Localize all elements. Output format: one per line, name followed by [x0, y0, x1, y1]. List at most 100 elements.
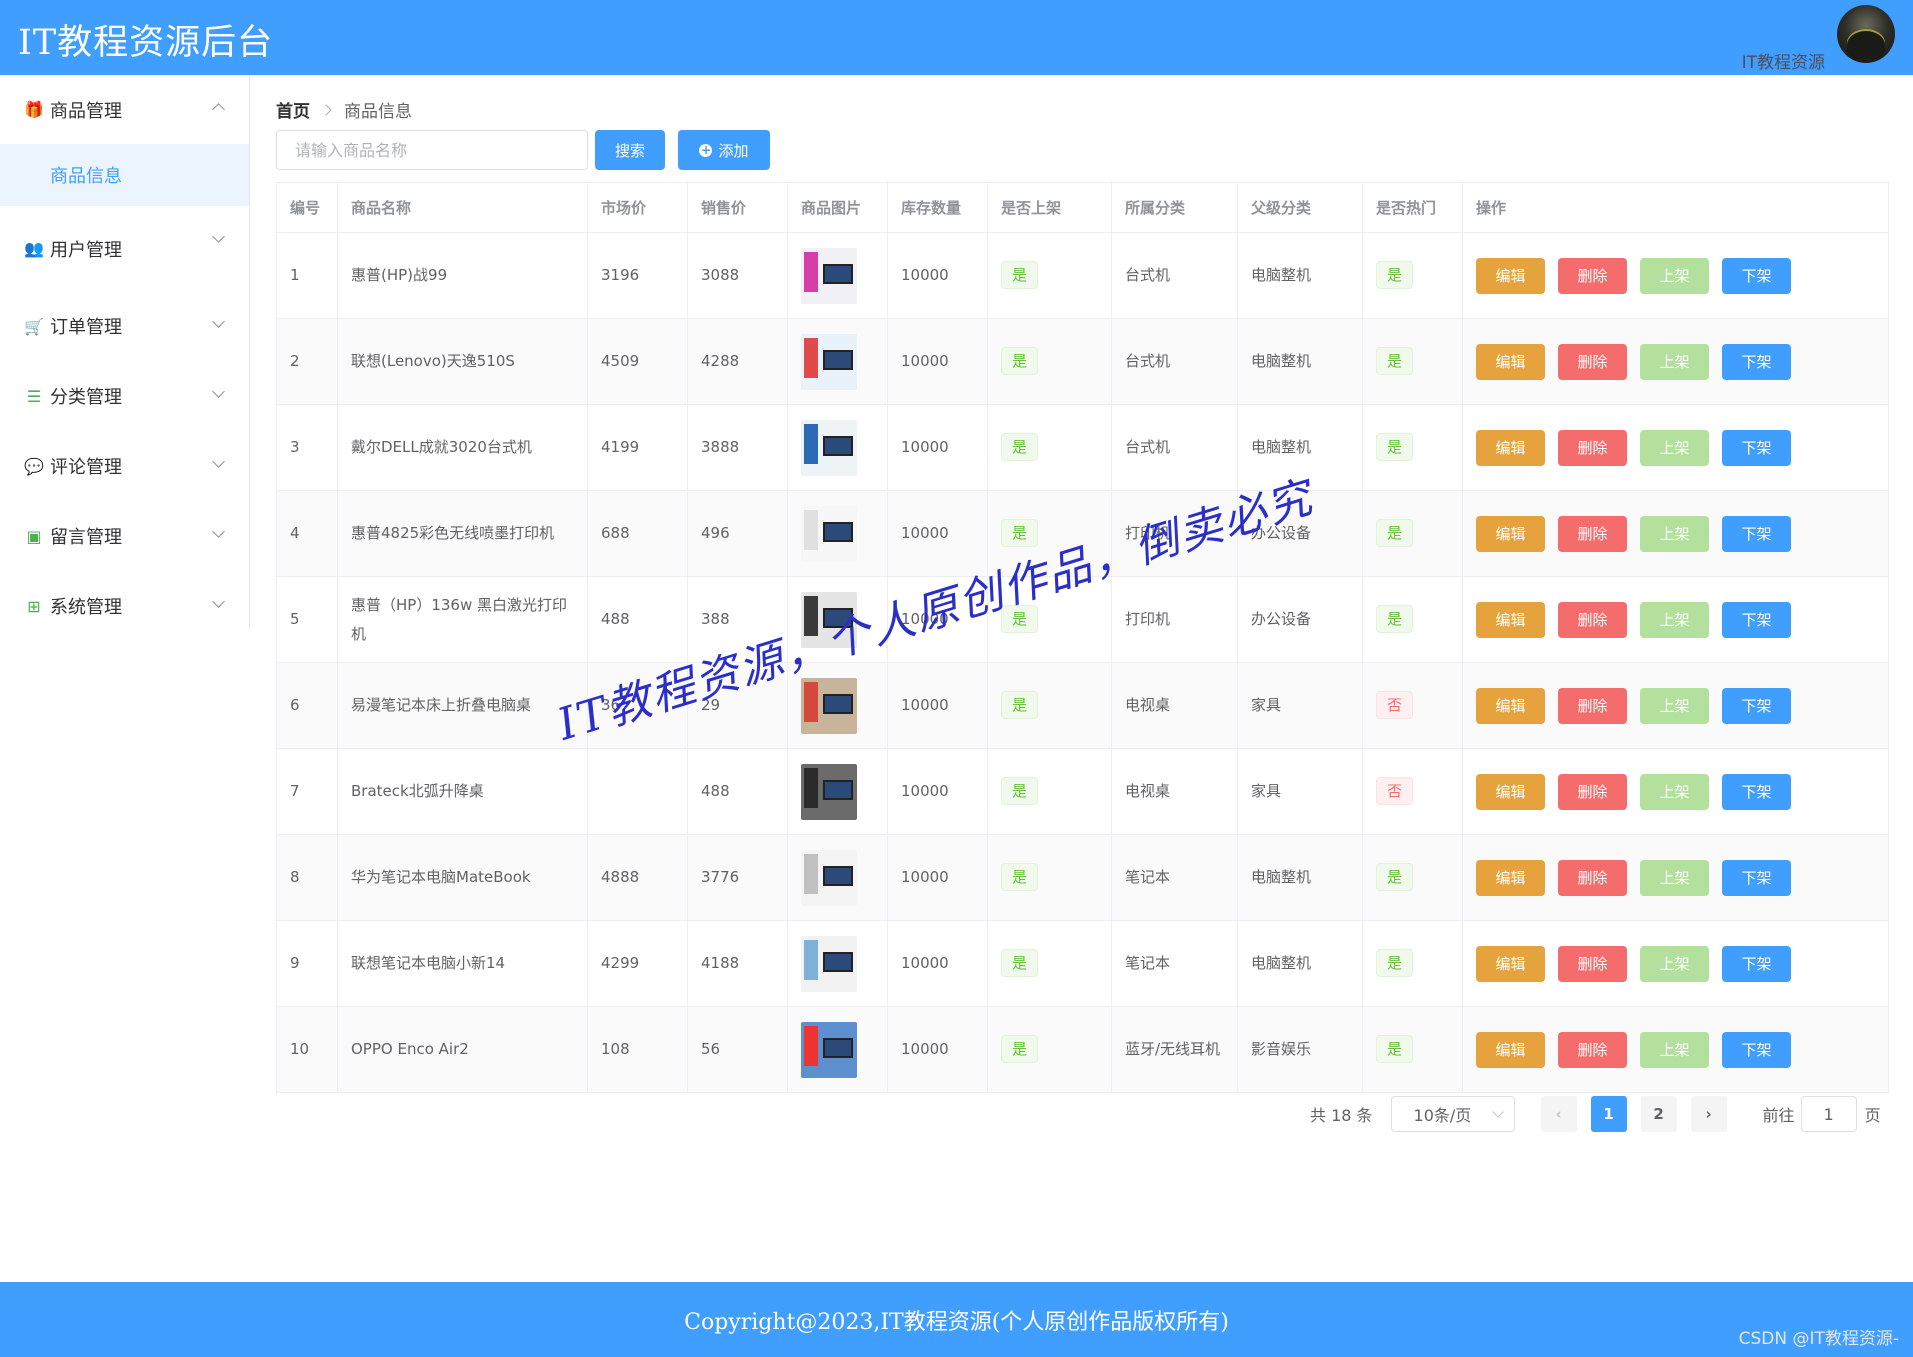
shelve-button[interactable]: 上架 [1640, 687, 1709, 724]
cell-hot: 是 [1362, 490, 1463, 577]
edit-button[interactable]: 编辑 [1476, 773, 1545, 810]
cell-name: 易漫笔记本床上折叠电脑桌 [337, 662, 588, 749]
shelve-button[interactable]: 上架 [1640, 859, 1709, 896]
product-image[interactable] [801, 505, 857, 562]
delete-button[interactable]: 删除 [1558, 343, 1627, 380]
shelve-button[interactable]: 上架 [1640, 1031, 1709, 1068]
delete-button[interactable]: 删除 [1558, 1031, 1627, 1068]
cell-image [787, 834, 888, 921]
delete-button[interactable]: 删除 [1558, 515, 1627, 552]
unshelve-button[interactable]: 下架 [1722, 601, 1791, 638]
cell-hot: 否 [1362, 748, 1463, 835]
unshelve-button[interactable]: 下架 [1722, 1031, 1791, 1068]
chevron-down-icon [212, 385, 225, 398]
shelve-button[interactable]: 上架 [1640, 601, 1709, 638]
cell-sale-price: 3776 [687, 834, 788, 921]
sidebar-item-categories[interactable]: ☰ 分类管理 [0, 361, 249, 431]
cell-parent-category: 影音娱乐 [1237, 1006, 1363, 1093]
cell-category: 打印机 [1111, 490, 1238, 577]
product-image[interactable] [801, 1021, 857, 1078]
product-image[interactable] [801, 935, 857, 992]
cell-image [787, 920, 888, 1007]
cell-actions: 编辑 删除 上架 下架 [1462, 232, 1889, 319]
sidebar-item-goods[interactable]: 🎁 商品管理 [0, 75, 249, 144]
unshelve-button[interactable]: 下架 [1722, 773, 1791, 810]
delete-button[interactable]: 删除 [1558, 773, 1627, 810]
delete-button[interactable]: 删除 [1558, 429, 1627, 466]
sidebar-item-comments[interactable]: 💬 评论管理 [0, 431, 249, 501]
sidebar-item-users[interactable]: 👥 用户管理 [0, 206, 249, 291]
sidebar-item-orders[interactable]: 🛒 订单管理 [0, 291, 249, 361]
product-image[interactable] [801, 333, 857, 390]
edit-button[interactable]: 编辑 [1476, 687, 1545, 724]
shelve-button[interactable]: 上架 [1640, 429, 1709, 466]
page-size-select[interactable]: 10条/页 [1390, 1096, 1515, 1132]
product-image[interactable] [801, 849, 857, 906]
edit-button[interactable]: 编辑 [1476, 515, 1545, 552]
edit-button[interactable]: 编辑 [1476, 859, 1545, 896]
sidebar-item-label: 留言管理 [50, 527, 122, 548]
shelve-button[interactable]: 上架 [1640, 773, 1709, 810]
edit-button[interactable]: 编辑 [1476, 257, 1545, 294]
product-image[interactable] [801, 591, 857, 648]
shelve-button[interactable]: 上架 [1640, 343, 1709, 380]
unshelve-button[interactable]: 下架 [1722, 429, 1791, 466]
table-row: 2 联想(Lenovo)天逸510S 4509 4288 10000 是 台式机… [276, 318, 1889, 405]
cell-on-sale: 是 [987, 748, 1112, 835]
unshelve-button[interactable]: 下架 [1722, 515, 1791, 552]
delete-button[interactable]: 删除 [1558, 601, 1627, 638]
shelve-button[interactable]: 上架 [1640, 257, 1709, 294]
edit-button[interactable]: 编辑 [1476, 429, 1545, 466]
product-image[interactable] [801, 763, 857, 820]
sidebar-item-system[interactable]: ⊞ 系统管理 [0, 571, 249, 641]
cell-image [787, 318, 888, 405]
unshelve-button[interactable]: 下架 [1722, 257, 1791, 294]
goto-page-input[interactable] [1800, 1096, 1857, 1132]
column-header: 市场价 [587, 182, 688, 233]
cell-stock: 10000 [887, 920, 988, 1007]
column-header: 操作 [1462, 182, 1889, 233]
sidebar-item-label: 用户管理 [50, 239, 122, 261]
edit-button[interactable]: 编辑 [1476, 945, 1545, 982]
plus-circle-icon: + [699, 142, 713, 157]
cell-actions: 编辑 删除 上架 下架 [1462, 834, 1889, 921]
chevron-down-icon [212, 315, 225, 328]
shelve-button[interactable]: 上架 [1640, 515, 1709, 552]
status-badge: 是 [1001, 347, 1039, 376]
comment-icon: 💬 [24, 456, 44, 476]
cell-on-sale: 是 [987, 834, 1112, 921]
next-page-button[interactable]: › [1690, 1096, 1727, 1132]
column-header: 商品名称 [337, 182, 588, 233]
edit-button[interactable]: 编辑 [1476, 601, 1545, 638]
edit-button[interactable]: 编辑 [1476, 1031, 1545, 1068]
unshelve-button[interactable]: 下架 [1722, 343, 1791, 380]
cell-on-sale: 是 [987, 920, 1112, 1007]
cell-parent-category: 电脑整机 [1237, 318, 1363, 405]
product-image[interactable] [801, 677, 857, 734]
cell-actions: 编辑 删除 上架 下架 [1462, 920, 1889, 1007]
pagination: 共 18 条 10条/页 ‹ 1 2 › 前往 页 [1310, 1096, 1881, 1132]
prev-page-button[interactable]: ‹ [1540, 1096, 1577, 1132]
user-name[interactable]: IT教程资源 [1742, 48, 1825, 73]
sidebar-subitem-goods-info[interactable]: 商品信息 [0, 144, 249, 206]
delete-button[interactable]: 删除 [1558, 945, 1627, 982]
edit-button[interactable]: 编辑 [1476, 343, 1545, 380]
page-button-1[interactable]: 1 [1590, 1096, 1627, 1132]
shelve-button[interactable]: 上架 [1640, 945, 1709, 982]
delete-button[interactable]: 删除 [1558, 687, 1627, 724]
cell-id: 3 [276, 404, 338, 491]
search-input[interactable] [276, 130, 588, 170]
product-image[interactable] [801, 419, 857, 476]
avatar[interactable] [1837, 5, 1895, 63]
unshelve-button[interactable]: 下架 [1722, 945, 1791, 982]
add-button[interactable]: + 添加 [678, 130, 770, 170]
breadcrumb-home[interactable]: 首页 [276, 97, 310, 122]
search-button[interactable]: 搜索 [595, 130, 665, 170]
unshelve-button[interactable]: 下架 [1722, 859, 1791, 896]
unshelve-button[interactable]: 下架 [1722, 687, 1791, 724]
page-button-2[interactable]: 2 [1640, 1096, 1677, 1132]
sidebar-item-messages[interactable]: ▣ 留言管理 [0, 501, 249, 571]
delete-button[interactable]: 删除 [1558, 257, 1627, 294]
product-image[interactable] [801, 247, 857, 304]
delete-button[interactable]: 删除 [1558, 859, 1627, 896]
